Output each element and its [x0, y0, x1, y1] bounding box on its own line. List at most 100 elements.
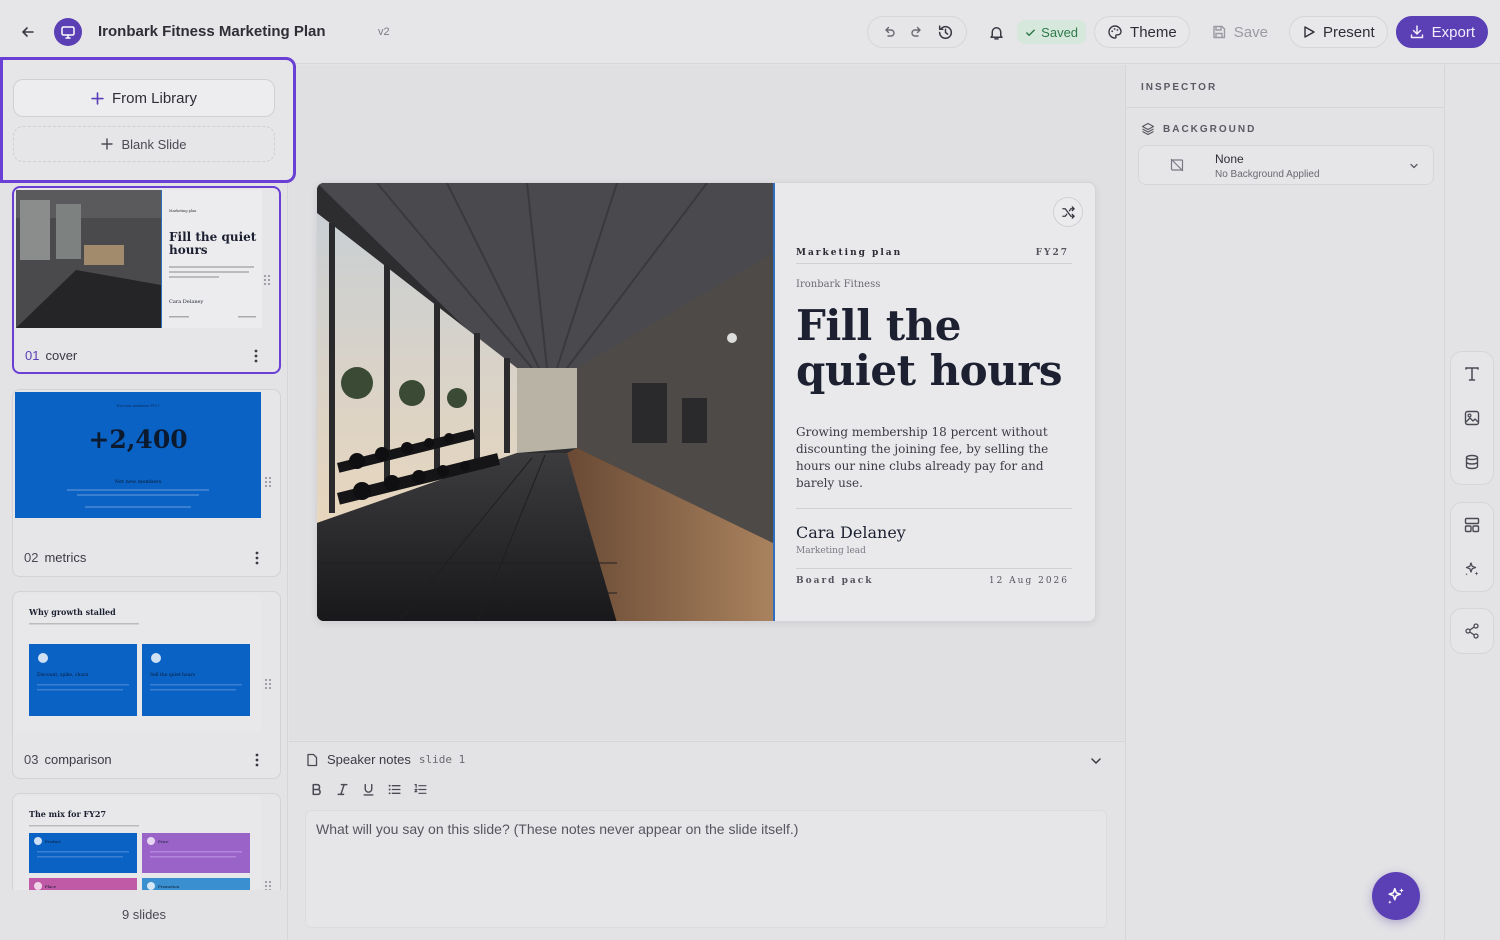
slide-author-role[interactable]: Marketing lead: [796, 546, 866, 556]
thumb-kicker: Net new members FY27: [117, 404, 160, 408]
notes-icon: [307, 753, 318, 766]
insert-tools-group: [1450, 351, 1494, 485]
share-button[interactable]: [1451, 609, 1493, 653]
slide-name: metrics: [44, 550, 87, 565]
save-label: Save: [1233, 23, 1268, 41]
theme-button[interactable]: Theme: [1094, 16, 1190, 48]
top-bar: Ironbark Fitness Marketing Plan v2 Saved…: [0, 0, 1500, 64]
ai-magic-button[interactable]: [1451, 547, 1493, 591]
thumb-eyebrow: Marketing plan: [169, 209, 197, 213]
download-icon: [1410, 25, 1423, 39]
slide-eyebrow[interactable]: Marketing plan: [796, 248, 902, 258]
kebab-icon[interactable]: [251, 348, 261, 364]
inspector-title: INSPECTOR: [1141, 82, 1218, 93]
undo-icon: [885, 26, 895, 37]
present-button[interactable]: Present: [1288, 16, 1388, 48]
from-library-button[interactable]: From Library: [13, 79, 275, 117]
shuffle-layout-button[interactable]: [1053, 197, 1083, 227]
undo-button[interactable]: [876, 19, 902, 45]
chevron-down-icon[interactable]: [1087, 752, 1105, 770]
cover-thumb-image: Marketing plan Fill the quiet hours Cara…: [16, 190, 262, 328]
bold-icon: [311, 783, 321, 795]
slide-fiscal-year[interactable]: FY27: [1036, 248, 1069, 258]
bullet-list-button[interactable]: [385, 780, 403, 798]
slide-thumbnail-2[interactable]: Net new members FY27 +2,400 Net new memb…: [12, 389, 281, 577]
blank-slide-label: Blank Slide: [121, 136, 187, 152]
slide-thumbnail-4[interactable]: The mix for FY27 Product Price Place Pro…: [12, 793, 281, 890]
redo-button[interactable]: [904, 19, 930, 45]
bold-button[interactable]: [307, 780, 325, 798]
history-icon: [938, 24, 952, 39]
thumb-cell-1: Product: [45, 839, 61, 844]
layout-icon: [1464, 517, 1480, 533]
present-label: Present: [1322, 23, 1375, 41]
drag-handle-icon[interactable]: [263, 274, 271, 286]
slide-panel: Marketing plan Fill the quiet hours Cara…: [0, 65, 288, 940]
slide-thumbnail-label: 02 metrics: [24, 550, 86, 565]
slide-thumbnail-label: 01 cover: [25, 348, 77, 363]
slide-number: 03: [24, 752, 39, 767]
blank-slide-button[interactable]: Blank Slide: [13, 126, 275, 162]
kebab-icon[interactable]: [252, 752, 262, 768]
theme-label: Theme: [1130, 23, 1177, 41]
slide-number: 02: [24, 550, 39, 565]
save-icon: [1213, 25, 1225, 39]
insert-image-button[interactable]: [1451, 396, 1493, 440]
palette-icon: [1108, 25, 1122, 39]
play-icon: [1304, 26, 1315, 38]
metrics-thumb-image: Net new members FY27 +2,400 Net new memb…: [15, 392, 261, 518]
presentation-icon: [61, 26, 75, 39]
current-slide[interactable]: Marketing plan FY27 Ironbark Fitness Fil…: [316, 182, 1096, 622]
insert-text-button[interactable]: [1451, 352, 1493, 396]
background-subtext: No Background Applied: [1215, 169, 1320, 180]
slide-author[interactable]: Cara Delaney: [796, 523, 906, 542]
version-history-button[interactable]: [932, 19, 958, 45]
slide-count: 9 slides: [121, 907, 167, 922]
insert-data-button[interactable]: [1451, 440, 1493, 484]
export-button[interactable]: Export: [1395, 16, 1488, 48]
slide-footer[interactable]: Board pack: [796, 576, 873, 586]
inspector-divider: [1126, 107, 1444, 108]
slide-rule: [796, 263, 1072, 264]
save-button[interactable]: Save: [1198, 16, 1281, 48]
app-logo[interactable]: [54, 18, 82, 46]
slide-title[interactable]: Fill the quiet hours: [796, 303, 1086, 393]
thumb-cell-3: Place: [45, 884, 57, 889]
slide-name: cover: [45, 348, 78, 363]
gym-photo[interactable]: [317, 183, 773, 622]
background-select[interactable]: None No Background Applied: [1138, 145, 1434, 185]
slide-thumbnail-label: 03 comparison: [24, 752, 112, 767]
ai-assistant-button[interactable]: [1372, 872, 1420, 920]
speaker-notes-label: Speaker notes: [327, 752, 411, 767]
document-title[interactable]: Ironbark Fitness Marketing Plan: [98, 23, 326, 40]
italic-button[interactable]: [333, 780, 351, 798]
slide-number: 01: [25, 348, 40, 363]
drag-handle-icon[interactable]: [264, 476, 272, 488]
slide-date[interactable]: 12 Aug 2026: [989, 576, 1069, 586]
top-actions: Saved Theme Save Present Export: [867, 16, 1488, 48]
numbered-list-button[interactable]: [411, 780, 429, 798]
speaker-notes-header[interactable]: Speaker notes slide 1: [305, 752, 465, 767]
sparkles-icon: [1388, 887, 1404, 904]
slide-thumbnail-3[interactable]: Why growth stalled Discount, spike, chur…: [12, 591, 281, 779]
back-button[interactable]: [16, 20, 40, 44]
slide-name: comparison: [44, 752, 112, 767]
drag-handle-icon[interactable]: [264, 678, 272, 690]
history-controls: [867, 16, 968, 48]
slide-body[interactable]: Growing membership 18 percent without di…: [796, 424, 1081, 492]
kebab-icon[interactable]: [252, 550, 262, 566]
layout-button[interactable]: [1451, 503, 1493, 547]
underline-button[interactable]: [359, 780, 377, 798]
notifications-button[interactable]: [983, 19, 1009, 45]
plus-icon: [101, 138, 114, 150]
slide-thumbnail-1[interactable]: Marketing plan Fill the quiet hours Cara…: [12, 186, 281, 374]
thumb-card-1: Discount, spike, churn: [37, 672, 88, 678]
slide-rule: [796, 508, 1072, 509]
drag-handle-icon[interactable]: [264, 880, 272, 890]
speaker-notes-input[interactable]: [306, 811, 1106, 927]
svg-text:Fill the quiet: Fill the quiet: [169, 230, 257, 244]
version-label: v2: [378, 26, 390, 38]
add-slide-popover: From Library Blank Slide: [0, 57, 296, 183]
chevron-down-icon: [1410, 163, 1418, 169]
slide-company[interactable]: Ironbark Fitness: [796, 279, 880, 290]
